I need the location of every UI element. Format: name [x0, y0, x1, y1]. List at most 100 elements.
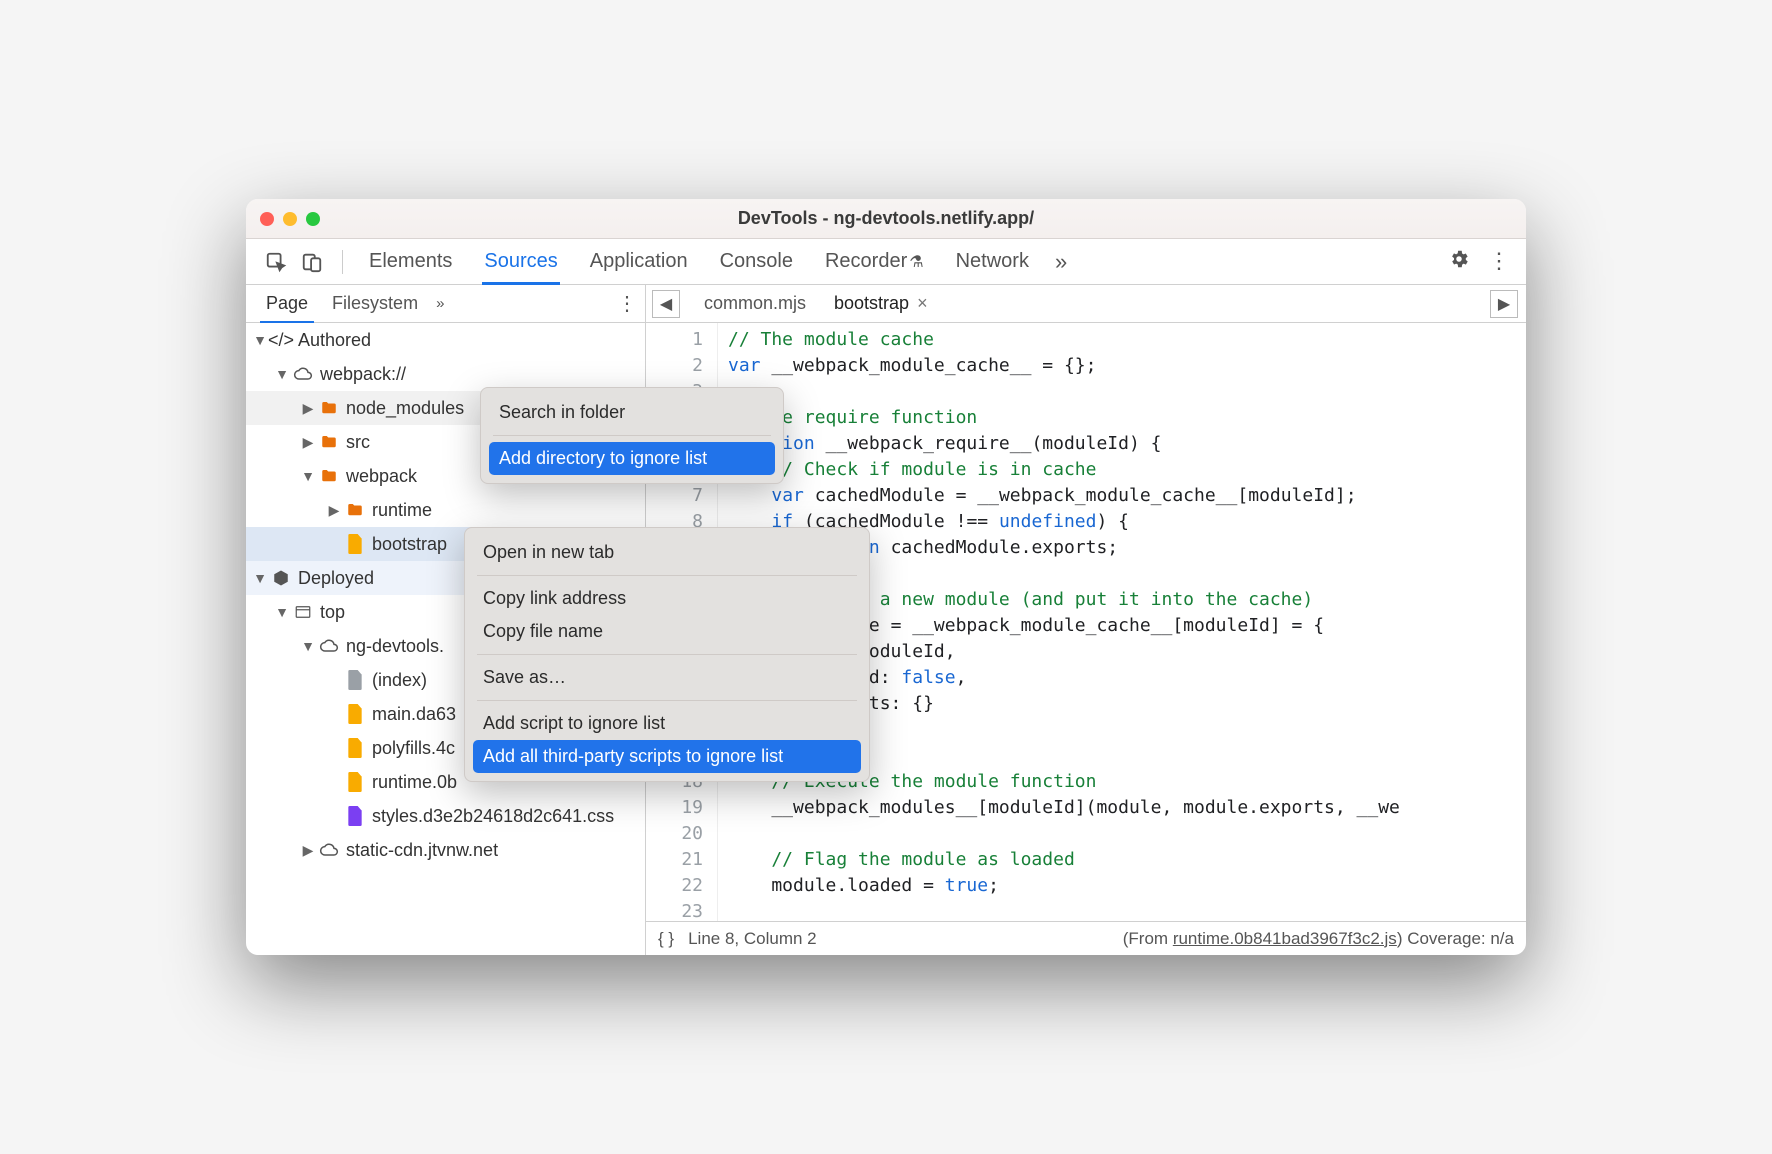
- file-icon: [344, 737, 366, 759]
- tab-sources[interactable]: Sources: [468, 239, 573, 285]
- folder-icon: [318, 465, 340, 487]
- expand-icon: ▼: [272, 366, 292, 382]
- tab-label: common.mjs: [704, 293, 806, 314]
- tree-label: polyfills.4c: [372, 738, 455, 759]
- tab-elements[interactable]: Elements: [353, 239, 468, 285]
- subtab-filesystem[interactable]: Filesystem: [320, 285, 430, 323]
- expand-icon: ▼: [298, 468, 318, 484]
- tree-label: bootstrap: [372, 534, 447, 555]
- minimize-window-button[interactable]: [283, 212, 297, 226]
- titlebar: DevTools - ng-devtools.netlify.app/: [246, 199, 1526, 239]
- tab-label: Elements: [369, 250, 452, 273]
- menu-add-directory-ignore[interactable]: Add directory to ignore list: [489, 442, 775, 475]
- menu-copy-link[interactable]: Copy link address: [465, 582, 869, 615]
- cloud-icon: [318, 839, 340, 861]
- cloud-icon: [292, 363, 314, 385]
- package-icon: [270, 567, 292, 589]
- close-tab-icon[interactable]: ×: [917, 293, 928, 314]
- cursor-position: Line 8, Column 2: [688, 929, 817, 949]
- subtabs-overflow-button[interactable]: »: [436, 295, 444, 312]
- file-icon: [344, 771, 366, 793]
- traffic-lights: [260, 212, 320, 226]
- separator: [342, 250, 343, 274]
- tree-label: ng-devtools.: [346, 636, 444, 657]
- menu-add-all-thirdparty-ignore[interactable]: Add all third-party scripts to ignore li…: [473, 740, 861, 773]
- editor-statusbar: { } Line 8, Column 2 (From runtime.0b841…: [646, 921, 1526, 955]
- navigator-kebab-icon[interactable]: ⋮: [617, 291, 637, 316]
- device-toolbar-icon[interactable]: [300, 250, 324, 274]
- devtools-window: DevTools - ng-devtools.netlify.app/ Elem…: [246, 199, 1526, 955]
- tab-recorder[interactable]: Recorder⚗: [809, 239, 940, 285]
- menu-copy-file-name[interactable]: Copy file name: [465, 615, 869, 648]
- file-icon: [344, 703, 366, 725]
- menu-separator: [477, 575, 857, 576]
- menu-separator: [477, 654, 857, 655]
- inspect-element-icon[interactable]: [264, 250, 288, 274]
- tree-label: styles.d3e2b24618d2c641.css: [372, 806, 614, 827]
- tab-label: Recorder: [825, 250, 907, 273]
- file-icon: [344, 669, 366, 691]
- file-icon: [344, 533, 366, 555]
- from-file-link[interactable]: runtime.0b841bad3967f3c2.js: [1173, 929, 1397, 948]
- menu-save-as[interactable]: Save as…: [465, 661, 869, 694]
- tree-label: static-cdn.jtvnw.net: [346, 840, 498, 861]
- file-icon: [344, 805, 366, 827]
- coverage-info: (From runtime.0b841bad3967f3c2.js) Cover…: [1123, 929, 1514, 949]
- zoom-window-button[interactable]: [306, 212, 320, 226]
- frame-icon: [292, 601, 314, 623]
- tree-styles[interactable]: styles.d3e2b24618d2c641.css: [246, 799, 645, 833]
- tab-console[interactable]: Console: [704, 239, 809, 285]
- tab-label: Network: [956, 250, 1029, 273]
- tree-label: runtime: [372, 500, 432, 521]
- tree-label: Authored: [298, 330, 371, 351]
- menu-open-new-tab[interactable]: Open in new tab: [465, 536, 869, 569]
- expand-icon: ▶: [298, 842, 318, 859]
- tree-label: top: [320, 602, 345, 623]
- tree-static-cdn[interactable]: ▶ static-cdn.jtvnw.net: [246, 833, 645, 867]
- tab-application[interactable]: Application: [574, 239, 704, 285]
- tree-label: (index): [372, 670, 427, 691]
- tab-label: Sources: [484, 250, 557, 273]
- expand-icon: ▶: [298, 434, 318, 451]
- tree-label: main.da63: [372, 704, 456, 725]
- expand-icon: ▼: [250, 570, 270, 586]
- toolbar-right: ⋮: [1448, 248, 1516, 276]
- menu-separator: [493, 435, 771, 436]
- flask-icon: ⚗: [909, 252, 923, 272]
- coverage-label: ) Coverage: n/a: [1397, 929, 1514, 948]
- kebab-menu-icon[interactable]: ⋮: [1488, 248, 1510, 276]
- code-icon: </>: [270, 329, 292, 351]
- menu-separator: [477, 700, 857, 701]
- settings-icon[interactable]: [1448, 248, 1470, 276]
- tabs-overflow-button[interactable]: »: [1055, 249, 1067, 275]
- window-title: DevTools - ng-devtools.netlify.app/: [738, 208, 1034, 229]
- editor-tab-bootstrap[interactable]: bootstrap ×: [820, 285, 942, 323]
- tab-network[interactable]: Network: [940, 239, 1045, 285]
- tab-label: Console: [720, 250, 793, 273]
- tree-label: webpack: [346, 466, 417, 487]
- editor-tab-common[interactable]: common.mjs: [690, 285, 820, 323]
- expand-icon: ▼: [272, 604, 292, 620]
- tab-label: bootstrap: [834, 293, 909, 314]
- folder-icon: [318, 397, 340, 419]
- tree-runtime-folder[interactable]: ▶ runtime: [246, 493, 645, 527]
- subtab-page[interactable]: Page: [254, 285, 320, 323]
- expand-icon: ▶: [298, 400, 318, 417]
- tree-webpack-root[interactable]: ▼ webpack://: [246, 357, 645, 391]
- tab-label: Application: [590, 250, 688, 273]
- close-window-button[interactable]: [260, 212, 274, 226]
- from-prefix: (From: [1123, 929, 1173, 948]
- folder-icon: [344, 499, 366, 521]
- expand-icon: ▼: [298, 638, 318, 654]
- nav-back-button[interactable]: ◀: [652, 290, 680, 318]
- menu-search-in-folder[interactable]: Search in folder: [481, 396, 783, 429]
- format-icon[interactable]: { }: [658, 929, 674, 949]
- cloud-icon: [318, 635, 340, 657]
- context-menu-file: Open in new tab Copy link address Copy f…: [464, 527, 870, 782]
- expand-icon: ▶: [324, 502, 344, 519]
- tree-label: node_modules: [346, 398, 464, 419]
- panel-tabbar: Elements Sources Application Console Rec…: [246, 239, 1526, 285]
- menu-add-script-ignore[interactable]: Add script to ignore list: [465, 707, 869, 740]
- nav-forward-button[interactable]: ▶: [1490, 290, 1518, 318]
- tree-authored[interactable]: ▼ </> Authored: [246, 323, 645, 357]
